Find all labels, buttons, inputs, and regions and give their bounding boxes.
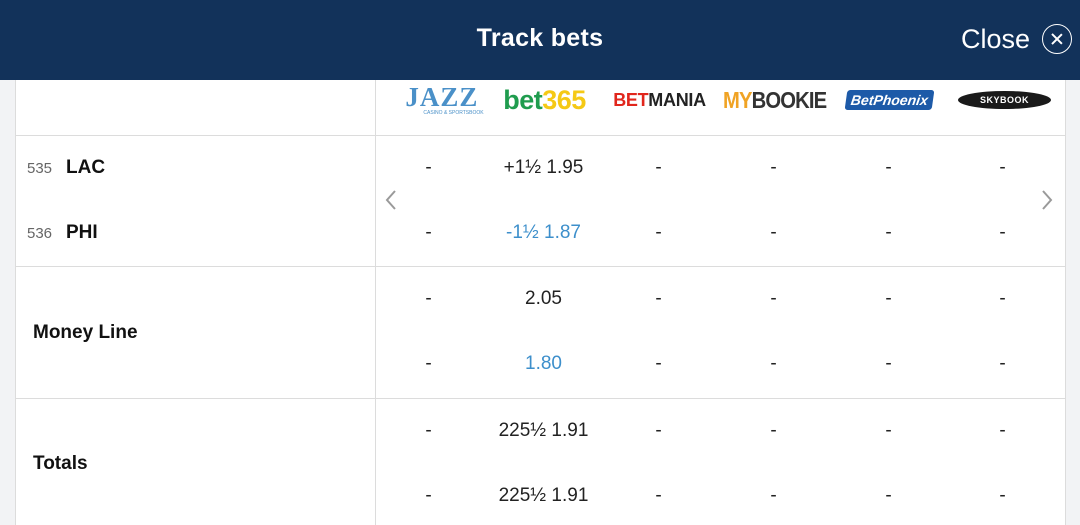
close-button[interactable]: Close [961, 21, 1072, 57]
team-label-phi: PHI [66, 222, 98, 243]
odds-cell[interactable]: 225½ 1.91 [486, 420, 601, 442]
odds-cell[interactable]: - [945, 288, 1060, 310]
betmania-logo-text: BETMANIA [613, 89, 706, 110]
odds-table: JAZZ CASINO & SPORTSBOOK bet365 BETMANIA… [15, 80, 1066, 525]
odds-cell[interactable]: - [716, 222, 831, 244]
page-title: Track bets [476, 24, 604, 52]
odds-cell[interactable]: 2.05 [486, 288, 601, 310]
bookmaker-logo-skybook[interactable]: SKYBOOK [947, 80, 1062, 120]
odds-cell[interactable]: - [601, 222, 716, 244]
team-label-lac: LAC [66, 157, 106, 178]
bookmaker-logo-jazz[interactable]: JAZZ CASINO & SPORTSBOOK [387, 80, 502, 120]
odds-cell[interactable]: 225½ 1.91 [486, 485, 601, 507]
odds-cell[interactable]: - [601, 353, 716, 375]
bookmaker-logo-betphoenix[interactable]: BetPhoenix [832, 80, 947, 120]
odds-cell[interactable]: - [831, 288, 946, 310]
odds-cell[interactable]: - [831, 420, 946, 442]
jazz-logo-text: JAZZ [405, 82, 479, 112]
odds-cell[interactable]: - [831, 485, 946, 507]
odds-cell[interactable]: - [601, 420, 716, 442]
odds-cell[interactable]: - [831, 353, 946, 375]
skybook-logo-text: SKYBOOK [957, 91, 1051, 109]
odds-cell[interactable]: - [716, 157, 831, 179]
odds-cell[interactable]: - [831, 222, 946, 244]
odds-cell[interactable]: - [716, 353, 831, 375]
bookmaker-logo-row: JAZZ CASINO & SPORTSBOOK bet365 BETMANIA… [16, 80, 1065, 136]
chevron-left-icon[interactable] [380, 185, 402, 215]
rotation-number: 536 [27, 225, 53, 242]
row-divider [16, 266, 1065, 267]
rotation-number: 535 [27, 160, 53, 177]
odds-cell[interactable]: - [716, 288, 831, 310]
bet365-logo-text: bet365 [503, 84, 586, 115]
odds-cell[interactable]: - [945, 485, 1060, 507]
close-icon[interactable] [1042, 24, 1072, 54]
odds-cell[interactable]: +1½ 1.95 [486, 157, 601, 179]
odds-cell[interactable]: - [371, 222, 486, 244]
odds-cell[interactable]: - [945, 353, 1060, 375]
odds-cell[interactable]: - [371, 420, 486, 442]
odds-cell[interactable]: - [716, 485, 831, 507]
chevron-right-icon[interactable] [1036, 185, 1058, 215]
odds-cell[interactable]: - [945, 222, 1060, 244]
close-label: Close [960, 23, 1030, 54]
header-bar: Track bets Close [0, 0, 1080, 80]
market-label-totals: Totals [33, 453, 88, 474]
jazz-logo-sub: CASINO & SPORTSBOOK [423, 110, 484, 116]
odds-cell[interactable]: - [831, 157, 946, 179]
odds-cell[interactable]: - [601, 485, 716, 507]
odds-cell[interactable]: - [371, 288, 486, 310]
odds-cell[interactable]: - [371, 157, 486, 179]
odds-cell-highlighted[interactable]: 1.80 [486, 353, 601, 375]
odds-cell[interactable]: - [716, 420, 831, 442]
odds-cell[interactable]: - [945, 420, 1060, 442]
odds-cell-highlighted[interactable]: -1½ 1.87 [486, 222, 601, 244]
betphoenix-logo-text: BetPhoenix [844, 90, 935, 110]
mybookie-logo-text: MYBOOKIE [722, 86, 827, 113]
odds-cell[interactable]: - [945, 157, 1060, 179]
bookmaker-logo-mybookie[interactable]: MYBOOKIE [717, 80, 832, 120]
odds-cell[interactable]: - [601, 157, 716, 179]
bookmaker-logo-betmania[interactable]: BETMANIA [602, 80, 717, 120]
bookmaker-logo-bet365[interactable]: bet365 [487, 80, 602, 120]
row-divider [16, 398, 1065, 399]
market-label-money-line: Money Line [33, 322, 138, 343]
odds-cell[interactable]: - [371, 485, 486, 507]
odds-cell[interactable]: - [601, 288, 716, 310]
odds-cell[interactable]: - [371, 353, 486, 375]
